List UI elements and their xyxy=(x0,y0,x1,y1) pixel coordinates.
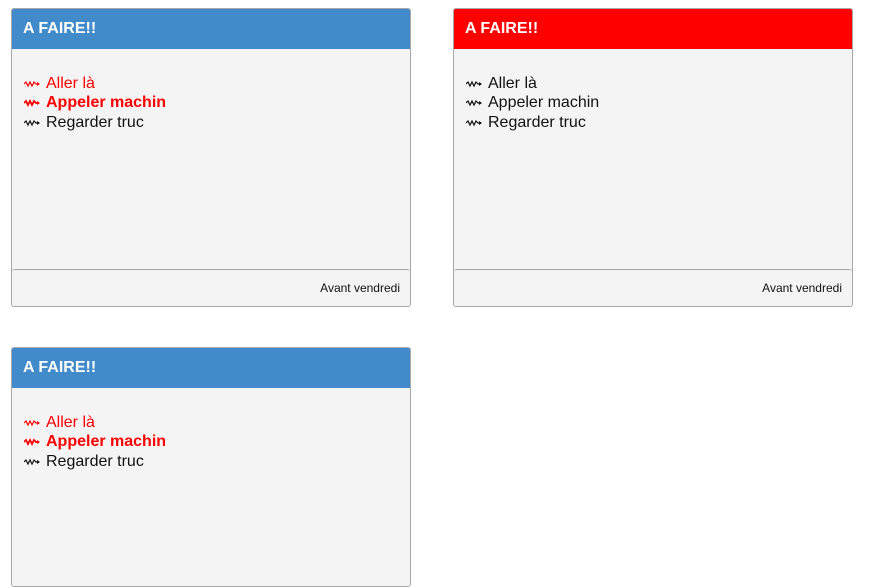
todo-item-label: Appeler machin xyxy=(46,94,167,112)
todo-card-1: A FAIRE!! Aller là Appeler machin Regard… xyxy=(11,8,411,307)
todo-item: Aller là xyxy=(466,74,852,94)
todo-item-label: Aller là xyxy=(46,413,95,431)
squiggle-arrow-icon xyxy=(24,419,40,427)
squiggle-arrow-icon xyxy=(24,438,40,447)
card-title: A FAIRE!! xyxy=(454,9,852,49)
todo-list: Aller là Appeler machin Regarder truc xyxy=(12,49,410,133)
squiggle-arrow-icon xyxy=(24,119,40,127)
todo-item-label: Aller là xyxy=(46,74,95,92)
squiggle-arrow-icon xyxy=(466,119,482,127)
todo-list: Aller là Appeler machin Regarder truc xyxy=(454,49,852,133)
todo-card-2: A FAIRE!! Aller là Appeler machin Regard… xyxy=(453,8,853,307)
card-title: A FAIRE!! xyxy=(12,9,410,49)
todo-item-label: Regarder truc xyxy=(46,452,144,470)
squiggle-arrow-icon xyxy=(466,99,482,107)
todo-item: Aller là xyxy=(24,413,410,433)
todo-item: Appeler machin xyxy=(24,94,410,114)
squiggle-arrow-icon xyxy=(24,80,40,88)
todo-item: Appeler machin xyxy=(466,94,852,114)
todo-item-label: Regarder truc xyxy=(46,113,144,131)
todo-item-label: Regarder truc xyxy=(488,113,586,131)
todo-item-label: Aller là xyxy=(488,74,537,92)
squiggle-arrow-icon xyxy=(24,99,40,108)
todo-item-label: Appeler machin xyxy=(46,433,167,451)
card-title: A FAIRE!! xyxy=(12,348,410,388)
todo-item: Aller là xyxy=(24,74,410,94)
todo-item: Regarder truc xyxy=(24,452,410,472)
todo-item: Appeler machin xyxy=(24,433,410,453)
card-footer: Avant vendredi xyxy=(12,269,410,306)
todo-item-label: Appeler machin xyxy=(488,94,600,112)
todo-list: Aller là Appeler machin Regarder truc xyxy=(12,388,410,472)
squiggle-arrow-icon xyxy=(466,80,482,88)
todo-item: Regarder truc xyxy=(24,113,410,133)
todo-card-3: A FAIRE!! Aller là Appeler machin Regard… xyxy=(11,347,411,587)
squiggle-arrow-icon xyxy=(24,458,40,466)
card-footer: Avant vendredi xyxy=(454,269,852,306)
todo-item: Regarder truc xyxy=(466,113,852,133)
